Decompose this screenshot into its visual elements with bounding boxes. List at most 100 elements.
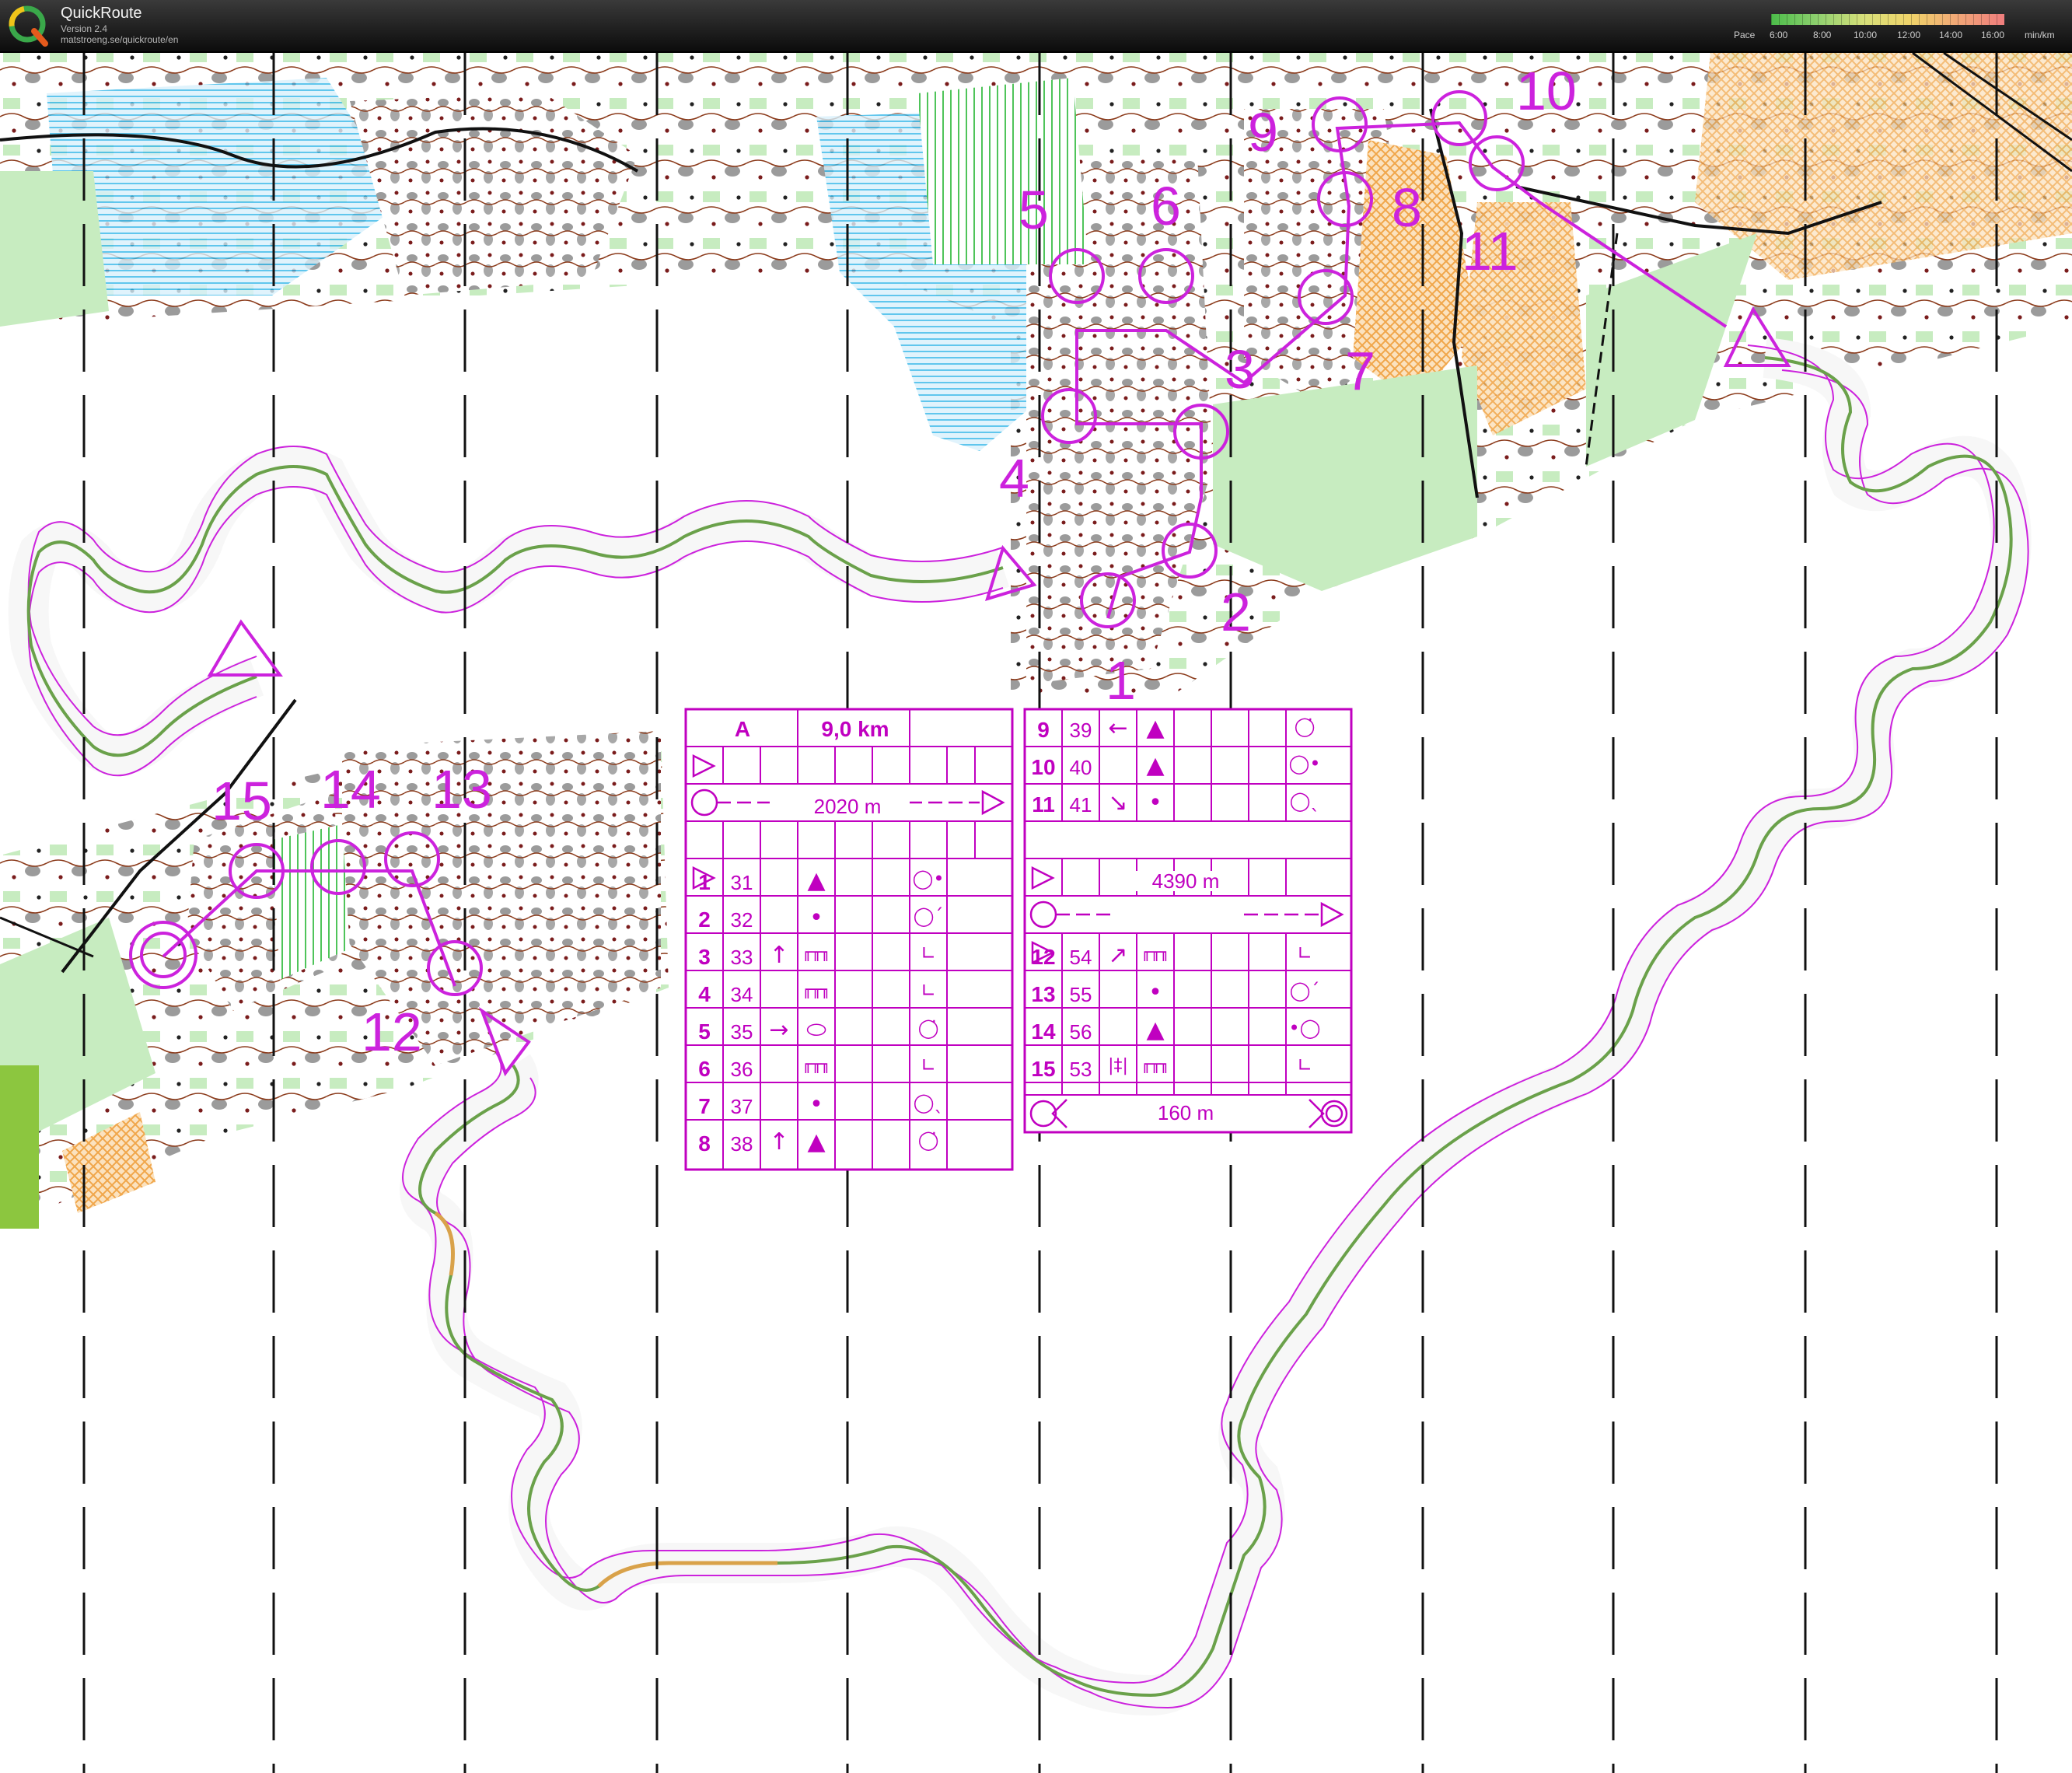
control-code: 34 [730, 983, 753, 1006]
control-number-label: 2 [1221, 582, 1251, 642]
control-number-label: 7 [1345, 341, 1375, 401]
control-code: 41 [1069, 793, 1092, 817]
control-number-label: 15 [211, 771, 272, 831]
pace-tick-label: 6:00 [1770, 30, 1788, 40]
map-section-north [0, 53, 2072, 700]
quickroute-logo-icon [9, 5, 48, 47]
control-description-grid [684, 708, 1353, 1171]
control-number: 9 [1037, 718, 1050, 742]
control-code: 40 [1069, 756, 1092, 779]
feature-symbol: ▲ [1146, 1016, 1165, 1044]
control-code: 39 [1069, 719, 1092, 742]
feature-symbol: ▲ [807, 1128, 826, 1156]
marked-route-distance: 2020 m [785, 796, 910, 817]
position-symbol: ◯̇ [917, 1017, 939, 1039]
control-number: 8 [698, 1131, 711, 1156]
pace-unit-label: min/km [2025, 30, 2055, 40]
control-code: 54 [1069, 946, 1092, 969]
control-code: 37 [730, 1095, 753, 1118]
direction-symbol: ↗ [1108, 942, 1128, 969]
control-code: 55 [1069, 983, 1092, 1006]
control-number-label: 3 [1225, 339, 1255, 400]
control-number-label: 12 [362, 1002, 422, 1062]
position-symbol: ◯̇ [1294, 715, 1316, 737]
position-symbol: ∟ [920, 942, 937, 964]
marked-route-distance: 4390 m [1123, 871, 1248, 891]
feature-symbol: ╓╥╖ [1141, 1054, 1170, 1073]
direction-symbol: ↘ [1108, 789, 1128, 817]
control-code: 32 [730, 908, 753, 932]
position-symbol: ◯ˎ [913, 1092, 944, 1114]
control-number: 5 [698, 1019, 711, 1044]
position-symbol: ◯ˊ [1289, 980, 1320, 1002]
feature-symbol: ⬭ [806, 1016, 826, 1044]
control-number-label: 8 [1392, 177, 1422, 238]
control-code: 38 [730, 1132, 753, 1156]
control-number: 2 [698, 907, 711, 932]
control-code: 33 [730, 946, 753, 969]
position-symbol: ∟ [920, 1054, 937, 1076]
direction-symbol: ↑ [769, 942, 789, 969]
position-symbol: ◯ˎ [1289, 790, 1320, 812]
control-number: 13 [1031, 982, 1056, 1006]
control-number: 14 [1031, 1019, 1056, 1044]
control-number: 1 [698, 870, 711, 894]
position-symbol: ◯• [1288, 753, 1321, 775]
feature-symbol: ▲ [807, 867, 826, 894]
direction-symbol: |‡| [1108, 1056, 1128, 1075]
pace-tick-label: 10:00 [1854, 30, 1878, 40]
pace-legend: Pace 6:00 8:00 10:00 12:00 14:00 16:00 m… [1732, 11, 2067, 45]
feature-symbol: ╓╥╖ [802, 942, 831, 961]
app-version: Version 2.4 [61, 23, 108, 34]
pace-tick-label: 16:00 [1981, 30, 2005, 40]
feature-symbol: • [809, 1091, 823, 1118]
position-symbol: ∟ [920, 980, 937, 1002]
position-symbol: ∟ [1296, 942, 1313, 964]
feature-symbol: • [1148, 979, 1162, 1006]
control-number: 12 [1031, 945, 1056, 969]
control-number: 15 [1031, 1057, 1056, 1081]
pace-tick-label: 8:00 [1813, 30, 1832, 40]
position-symbol: •◯ [1288, 1017, 1321, 1039]
app-url[interactable]: matstroeng.se/quickroute/en [61, 34, 178, 45]
feature-symbol: ╓╥╖ [802, 1054, 831, 1073]
course-length: 9,0 km [821, 717, 889, 741]
control-number-label: 9 [1248, 102, 1278, 163]
feature-symbol: ╓╥╖ [1141, 942, 1170, 961]
control-number: 4 [698, 982, 711, 1006]
control-number-label: 5 [1019, 180, 1049, 240]
control-number: 6 [698, 1057, 711, 1081]
course-class: A [734, 717, 751, 741]
finish-distance: 160 m [1157, 1101, 1214, 1124]
pace-legend-label: Pace [1734, 30, 1756, 40]
feature-symbol: ▲ [1146, 715, 1165, 742]
feature-symbol: • [1148, 789, 1162, 817]
control-number: 3 [698, 945, 711, 969]
app-title: QuickRoute [61, 5, 142, 22]
control-number-label: 10 [1516, 61, 1577, 121]
pace-tick-label: 12:00 [1897, 30, 1921, 40]
control-number: 7 [698, 1094, 711, 1118]
feature-symbol: • [809, 904, 823, 932]
position-symbol: ◯• [912, 868, 945, 890]
direction-symbol: ↑ [769, 1128, 789, 1156]
control-code: 35 [730, 1020, 753, 1044]
control-number-label: 1 [1106, 650, 1136, 711]
position-symbol: ∟ [1296, 1054, 1313, 1076]
control-number-label: 11 [1462, 221, 1518, 282]
control-number-label: 4 [999, 448, 1029, 509]
direction-symbol: ← [1108, 715, 1128, 742]
control-code: 53 [1069, 1058, 1092, 1081]
control-number-label: 6 [1151, 176, 1181, 236]
control-code: 56 [1069, 1020, 1092, 1044]
control-code: 31 [730, 871, 753, 894]
feature-symbol: ▲ [1146, 752, 1165, 779]
feature-symbol: ╓╥╖ [802, 980, 831, 998]
control-number: 10 [1031, 755, 1056, 779]
control-number: 11 [1032, 792, 1055, 817]
control-code: 36 [730, 1058, 753, 1081]
position-symbol: ◯´ [913, 905, 944, 927]
pace-tick-label: 14:00 [1939, 30, 1963, 40]
title-bar: QuickRoute Version 2.4 matstroeng.se/qui… [0, 0, 2072, 53]
direction-symbol: → [769, 1016, 789, 1044]
